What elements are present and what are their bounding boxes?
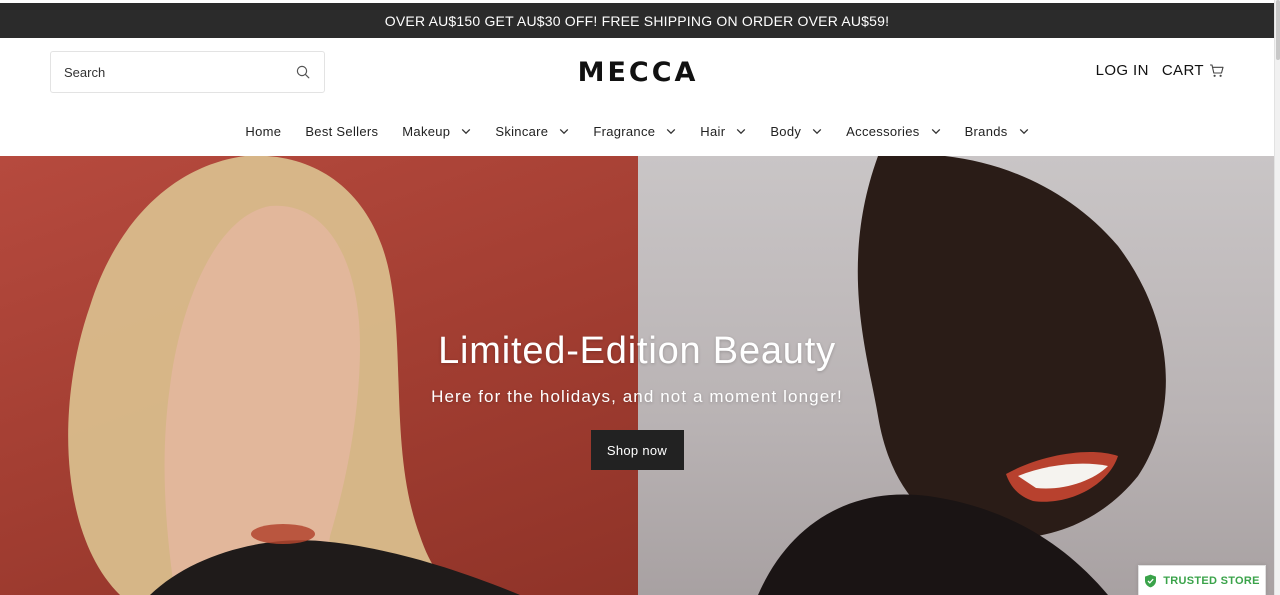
nav-item-label: Accessories — [846, 123, 920, 139]
search-box[interactable] — [50, 51, 325, 93]
hero-copy: Limited-Edition Beauty Here for the holi… — [0, 156, 1274, 595]
nav-item-label: Best Sellers — [305, 123, 379, 139]
login-label: LOG IN — [1095, 62, 1149, 79]
nav-item-label: Makeup — [402, 123, 451, 139]
nav-item-body[interactable]: Body — [758, 122, 834, 140]
nav-item-label: Hair — [700, 123, 726, 139]
chevron-down-icon[interactable] — [931, 126, 941, 136]
header-actions: LOG IN CART — [1096, 62, 1224, 79]
nav-item-hair[interactable]: Hair — [688, 122, 758, 140]
nav-item-fragrance[interactable]: Fragrance — [581, 122, 688, 140]
chevron-down-icon[interactable] — [461, 126, 471, 136]
site-logo[interactable]: MECCA — [570, 57, 706, 88]
page: OVER AU$150 GET AU$30 OFF! FREE SHIPPING… — [0, 0, 1280, 595]
trusted-store-badge[interactable]: TRUSTED STORE — [1138, 565, 1266, 595]
nav-item-accessories[interactable]: Accessories — [834, 122, 952, 140]
search-input[interactable] — [64, 64, 295, 80]
hero-title: Limited-Edition Beauty — [438, 330, 836, 372]
shield-check-icon — [1144, 574, 1157, 588]
shop-now-button[interactable]: Shop now — [590, 430, 684, 470]
chevron-down-icon[interactable] — [812, 126, 822, 136]
site-header: MECCA LOG IN CART Home Best Sellers Make… — [0, 38, 1274, 156]
nav-item-label: Fragrance — [593, 123, 656, 139]
login-link[interactable]: LOG IN — [1096, 62, 1149, 79]
nav-item-label: Body — [770, 123, 802, 139]
announcement-bar: OVER AU$150 GET AU$30 OFF! FREE SHIPPING… — [0, 3, 1274, 38]
cart-link[interactable]: CART — [1162, 62, 1224, 79]
page-scrollbar[interactable] — [1274, 0, 1280, 595]
nav-item-label: Brands — [964, 123, 1008, 139]
chevron-down-icon[interactable] — [736, 126, 746, 136]
chevron-down-icon[interactable] — [1019, 126, 1029, 136]
cart-icon — [1209, 63, 1224, 78]
chevron-down-icon[interactable] — [559, 126, 569, 136]
scrollbar-thumb[interactable] — [1276, 0, 1280, 60]
main-nav: Home Best Sellers Makeup Skincare Fragra… — [0, 122, 1274, 140]
chevron-down-icon[interactable] — [666, 126, 676, 136]
trusted-store-label: TRUSTED STORE — [1163, 574, 1260, 587]
hero-subtitle: Here for the holidays, and not a moment … — [431, 387, 843, 406]
nav-item-label: Home — [245, 123, 282, 139]
hero-banner[interactable]: Limited-Edition Beauty Here for the holi… — [0, 156, 1274, 595]
nav-item-makeup[interactable]: Makeup — [390, 122, 483, 140]
nav-item-brands[interactable]: Brands — [953, 122, 1041, 140]
announcement-text: OVER AU$150 GET AU$30 OFF! FREE SHIPPING… — [384, 12, 890, 29]
search-icon[interactable] — [295, 64, 311, 80]
cart-label: CART — [1161, 62, 1204, 79]
nav-item-best-sellers[interactable]: Best Sellers — [293, 122, 390, 140]
nav-item-skincare[interactable]: Skincare — [483, 122, 581, 140]
nav-item-home[interactable]: Home — [233, 122, 293, 140]
nav-item-label: Skincare — [495, 123, 549, 139]
